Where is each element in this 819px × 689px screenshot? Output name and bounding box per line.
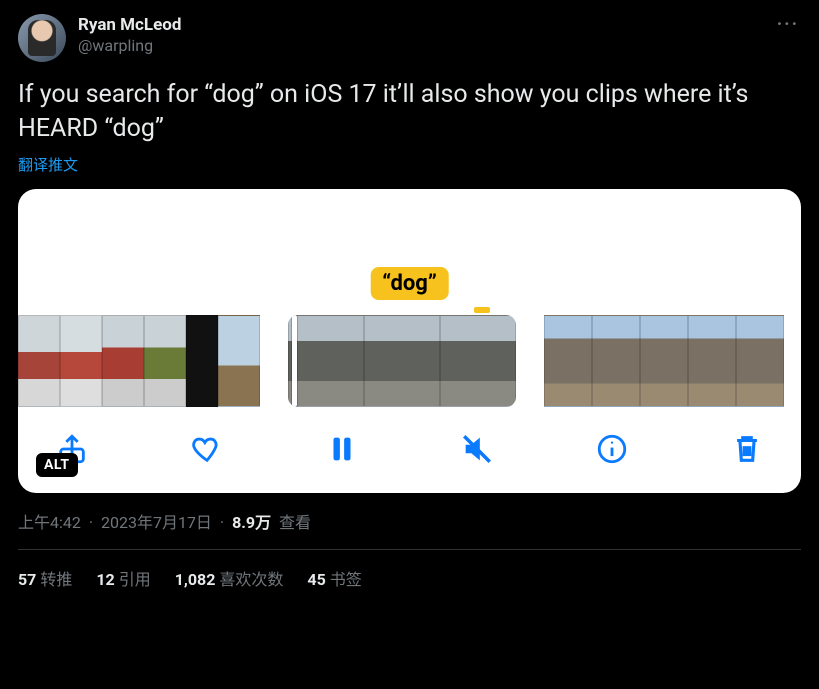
thumbnail: [688, 315, 736, 407]
author-display-name: Ryan McLeod: [78, 14, 181, 36]
thumbnail: [544, 315, 592, 407]
thumbnail: [144, 315, 186, 407]
media-attachment[interactable]: “dog”: [18, 189, 801, 493]
author-block[interactable]: Ryan McLeod @warpling: [78, 14, 181, 57]
thumbnail: [640, 315, 688, 407]
thumbnail: [102, 315, 144, 407]
info-icon[interactable]: [592, 429, 632, 469]
translate-link[interactable]: 翻译推文: [18, 154, 78, 175]
tweet-date[interactable]: 2023年7月17日: [101, 513, 212, 532]
stat-likes[interactable]: 1,082喜欢次数: [175, 566, 284, 590]
stat-quotes[interactable]: 12引用: [96, 566, 150, 590]
thumbnail: [364, 315, 440, 407]
thumbnail: [60, 315, 102, 407]
views-label: 查看: [279, 513, 311, 532]
player-controls: [18, 407, 801, 493]
thumbnail: [288, 315, 364, 407]
thumbnail: [440, 315, 516, 407]
thumbnail: [218, 315, 260, 407]
thumbnail: [736, 315, 784, 407]
avatar[interactable]: [18, 14, 66, 62]
clip-group-3[interactable]: [544, 315, 784, 407]
media-inner: “dog”: [18, 189, 801, 493]
views-count: 8.9万: [232, 513, 271, 532]
mute-icon[interactable]: [457, 429, 497, 469]
caption-marker: [474, 307, 490, 313]
thumbnail: [18, 315, 60, 407]
tweet-meta: 上午4:42 · 2023年7月17日 · 8.9万 查看: [18, 509, 801, 533]
playhead-indicator[interactable]: [292, 315, 297, 407]
author-handle: @warpling: [78, 36, 181, 57]
tweet-header: Ryan McLeod @warpling: [18, 14, 801, 62]
clip-group-2-active[interactable]: [288, 315, 516, 407]
tweet-time[interactable]: 上午4:42: [18, 513, 81, 532]
heart-icon[interactable]: [187, 429, 227, 469]
stat-bookmarks[interactable]: 45书签: [307, 566, 361, 590]
trash-icon[interactable]: [727, 429, 767, 469]
stat-retweets[interactable]: 57转推: [18, 566, 72, 590]
tweet-stats: 57转推 12引用 1,082喜欢次数 45书签: [18, 550, 801, 590]
tweet-card: Ryan McLeod @warpling ··· If you search …: [0, 0, 819, 590]
more-options-icon[interactable]: ···: [777, 14, 799, 35]
thumbnail: [186, 315, 218, 407]
tweet-text: If you search for “dog” on iOS 17 it’ll …: [18, 78, 801, 146]
search-caption-bubble: “dog”: [370, 267, 449, 300]
clip-group-1[interactable]: [18, 315, 260, 407]
thumbnail: [592, 315, 640, 407]
video-timeline[interactable]: [18, 315, 801, 407]
alt-badge[interactable]: ALT: [36, 453, 78, 477]
pause-icon[interactable]: [322, 429, 362, 469]
